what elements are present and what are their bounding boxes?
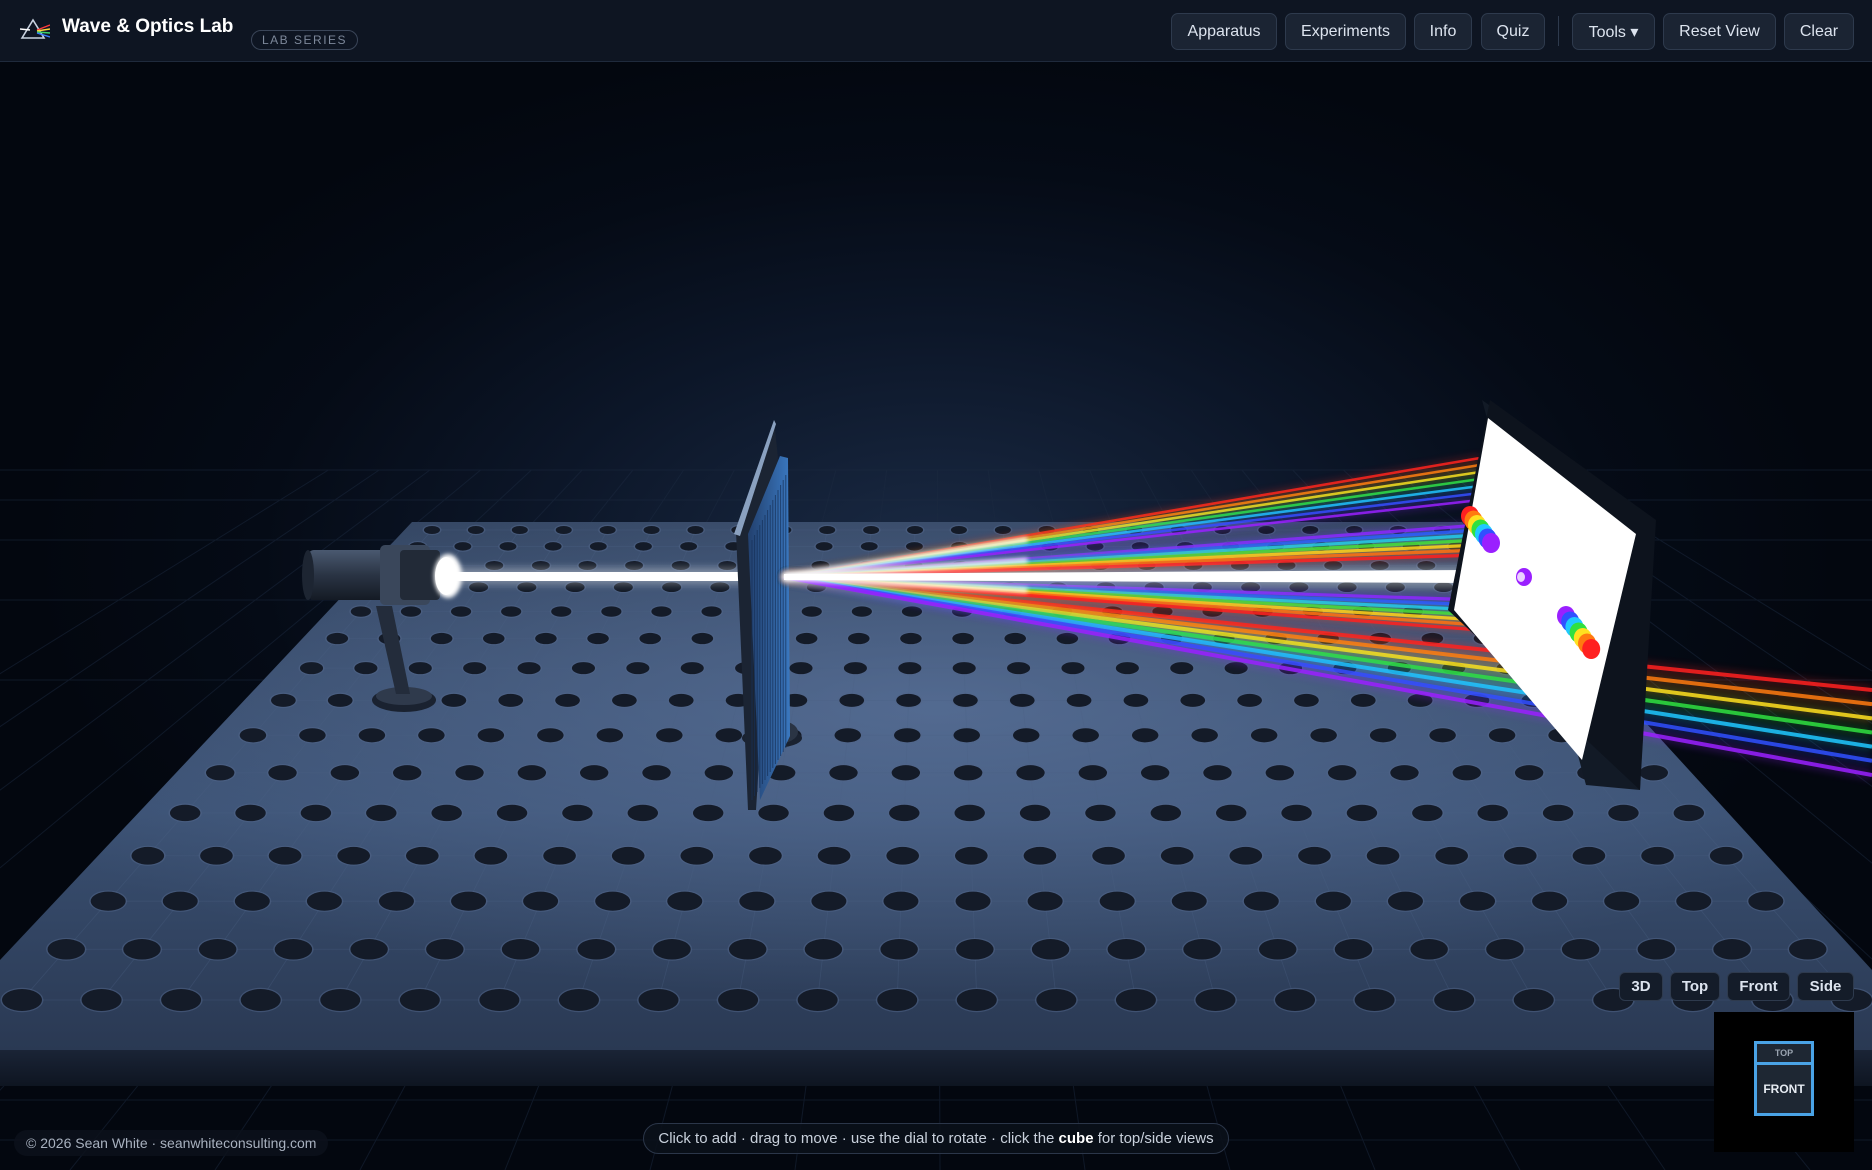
experiments-button[interactable]: Experiments (1285, 13, 1406, 50)
help-hint-bar: Click to add · drag to move · use the di… (643, 1123, 1229, 1154)
apparatus-button[interactable]: Apparatus (1171, 13, 1277, 50)
reset-view-button[interactable]: Reset View (1663, 13, 1776, 50)
view-3d-button[interactable]: 3D (1619, 972, 1663, 1001)
info-button[interactable]: Info (1414, 13, 1472, 50)
series-badge: LAB SERIES (251, 30, 359, 50)
app-title: Wave & Optics Lab (62, 16, 234, 37)
prism-logo-icon (20, 18, 50, 39)
cube-front-face[interactable]: FRONT (1754, 1062, 1814, 1116)
tools-dropdown-button[interactable]: Tools ▾ (1572, 13, 1655, 50)
quiz-button[interactable]: Quiz (1481, 13, 1545, 50)
view-side-button[interactable]: Side (1797, 972, 1854, 1001)
hint-text-start: Click to add · drag to move · use the di… (658, 1130, 1059, 1147)
lab-scene-canvas[interactable] (0, 0, 1872, 1170)
top-bar: Wave & Optics Lab LAB SERIES Apparatus E… (0, 0, 1872, 62)
incident-beam (455, 568, 755, 584)
cube-top-face[interactable]: TOP (1754, 1041, 1814, 1063)
view-top-button[interactable]: Top (1670, 972, 1720, 1001)
view-front-button[interactable]: Front (1727, 972, 1790, 1001)
hint-text-bold: cube (1058, 1130, 1094, 1147)
orientation-cube-panel[interactable]: TOP FRONT (1714, 1012, 1854, 1152)
app-root: Wave & Optics Lab LAB SERIES Apparatus E… (0, 0, 1872, 1170)
optical-table-edge (0, 1050, 1872, 1086)
copyright-footer: © 2026 Sean White · seanwhiteconsulting.… (14, 1130, 329, 1156)
toolbar-separator (1558, 16, 1559, 46)
hint-text-end: for top/side views (1093, 1130, 1214, 1147)
clear-button[interactable]: Clear (1784, 13, 1854, 50)
